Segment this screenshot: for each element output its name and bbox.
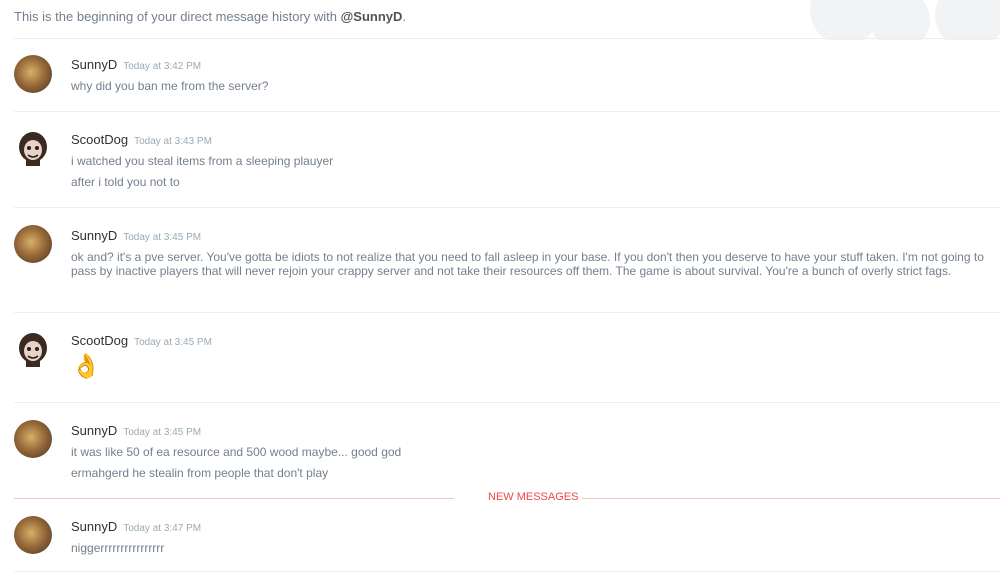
message-text: after i told you not to [71,175,180,189]
message-author[interactable]: SunnyD Today at 3:45 PM [71,423,201,438]
message-text: i watched you steal items from a sleepin… [71,154,334,168]
new-messages-divider: NEW MESSAGES [14,491,1000,503]
message-timestamp: Today at 3:45 PM [123,427,202,438]
message-timestamp: Today at 3:45 PM [123,232,202,243]
message-text: ermahgerd he stealin from people that do… [71,466,329,480]
avatar-scootdog[interactable] [14,130,52,168]
dm-history-intro: This is the beginning of your direct mes… [14,9,407,24]
new-messages-label: NEW MESSAGES [484,491,583,503]
message-author[interactable]: SunnyD Today at 3:42 PM [71,57,201,72]
avatar-sunnyd[interactable] [14,55,52,93]
avatar-scootdog[interactable] [14,331,52,369]
message-author[interactable]: ScootDog Today at 3:43 PM [71,132,212,147]
divider [14,207,1000,208]
message-timestamp: Today at 3:45 PM [134,337,212,348]
background-decoration [800,0,1000,40]
avatar-sunnyd[interactable] [14,516,52,554]
message-timestamp: Today at 3:47 PM [123,523,202,534]
divider [14,571,1000,572]
avatar-sunnyd[interactable] [14,420,52,458]
divider [14,402,1000,403]
message-timestamp: Today at 3:43 PM [134,136,212,147]
ok-hand-emoji: 👌 [71,353,101,380]
message-timestamp: Today at 3:42 PM [123,61,202,72]
divider [14,312,1000,313]
divider [14,111,1000,112]
divider [14,38,1000,39]
message-author[interactable]: SunnyD Today at 3:45 PM [71,228,201,243]
message-author[interactable]: ScootDog Today at 3:45 PM [71,333,212,348]
intro-username[interactable]: @SunnyD [341,9,403,24]
avatar-sunnyd[interactable] [14,225,52,263]
message-text: it was like 50 of ea resource and 500 wo… [71,445,402,459]
message-text: niggerrrrrrrrrrrrrrrr [71,541,165,555]
message-author[interactable]: SunnyD Today at 3:47 PM [71,519,201,534]
message-text: why did you ban me from the server? [71,79,269,93]
message-text: ok and? it's a pve server. You've gotta … [71,250,984,278]
